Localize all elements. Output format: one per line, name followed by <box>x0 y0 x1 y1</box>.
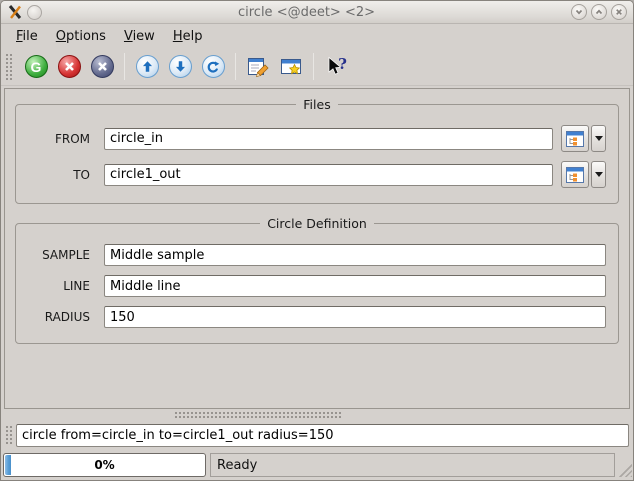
whats-this-button[interactable]: ? <box>321 52 351 82</box>
redo-icon <box>202 55 225 78</box>
progress-bar: 0% <box>3 453 206 477</box>
command-line-row <box>1 420 633 451</box>
redo-button[interactable] <box>198 52 228 82</box>
go-icon: G <box>25 55 48 78</box>
move-down-button[interactable] <box>165 52 195 82</box>
file-browser-icon <box>565 165 585 185</box>
sample-row: SAMPLE <box>28 244 606 266</box>
new-window-button[interactable] <box>276 52 306 82</box>
files-legend: Files <box>296 97 337 112</box>
statusbar: 0% Ready <box>1 451 633 480</box>
progress-label: 0% <box>94 458 114 472</box>
whats-this-icon: ? <box>324 55 348 79</box>
arrow-down-icon <box>169 55 192 78</box>
window-menu-button[interactable] <box>27 5 42 20</box>
sample-label: SAMPLE <box>28 248 90 262</box>
edit-command-icon <box>246 55 270 79</box>
from-row: FROM <box>28 125 606 152</box>
line-row: LINE <box>28 275 606 297</box>
line-label: LINE <box>28 279 90 293</box>
menu-view[interactable]: View <box>115 27 164 46</box>
radius-row: RADIUS <box>28 306 606 328</box>
window-title: circle <@deet> <2> <box>46 5 567 20</box>
new-window-icon <box>279 55 303 79</box>
circle-definition-legend: Circle Definition <box>260 216 374 231</box>
toolbar-separator <box>313 53 314 80</box>
to-browse-button[interactable] <box>561 161 589 188</box>
file-browser-icon <box>565 129 585 149</box>
toolbar-separator <box>124 53 125 80</box>
maximize-button[interactable] <box>591 4 607 20</box>
toolbar-separator <box>235 53 236 80</box>
parameter-panel: Files FROM <box>4 88 630 409</box>
menubar: File Options View Help <box>1 24 633 48</box>
chevron-up-icon <box>594 7 604 17</box>
app-window: circle <@deet> <2> File Options View Hel… <box>0 0 634 481</box>
radius-label: RADIUS <box>28 310 90 324</box>
toolbar: G <box>1 48 633 86</box>
minimize-button[interactable] <box>571 4 587 20</box>
run-button[interactable]: G <box>21 52 51 82</box>
from-dropdown-button[interactable] <box>591 125 606 152</box>
close-button[interactable] <box>611 4 627 20</box>
stop-icon <box>58 55 81 78</box>
to-browse-group <box>561 161 606 188</box>
menu-file[interactable]: File <box>7 27 47 46</box>
move-up-button[interactable] <box>132 52 162 82</box>
to-dropdown-button[interactable] <box>591 161 606 188</box>
from-browse-group <box>561 125 606 152</box>
x-logo-icon <box>7 4 23 20</box>
to-input[interactable] <box>104 164 553 186</box>
progress-fill <box>5 455 11 475</box>
titlebar[interactable]: circle <@deet> <2> <box>1 1 633 24</box>
from-label: FROM <box>28 132 90 146</box>
from-input[interactable] <box>104 128 553 150</box>
to-label: TO <box>28 168 90 182</box>
sample-input[interactable] <box>104 244 606 266</box>
arrow-up-icon <box>136 55 159 78</box>
chevron-down-icon <box>574 7 584 17</box>
splitter-handle[interactable] <box>174 411 342 418</box>
svg-text:?: ? <box>338 55 347 73</box>
menu-options[interactable]: Options <box>47 27 115 46</box>
menu-help[interactable]: Help <box>164 27 212 46</box>
dropdown-arrow-icon <box>595 136 603 141</box>
to-row: TO <box>28 161 606 188</box>
status-message: Ready <box>210 453 615 477</box>
stop-button[interactable] <box>54 52 84 82</box>
close-circle-icon <box>91 55 114 78</box>
files-groupbox: Files FROM <box>15 97 619 204</box>
resize-grip-icon[interactable] <box>617 462 632 477</box>
from-browse-button[interactable] <box>561 125 589 152</box>
toolbar-drag-handle[interactable] <box>5 53 13 80</box>
command-line-input[interactable] <box>16 424 629 447</box>
line-input[interactable] <box>104 275 606 297</box>
splitter <box>1 409 633 420</box>
radius-input[interactable] <box>104 306 606 328</box>
dropdown-arrow-icon <box>595 172 603 177</box>
circle-definition-groupbox: Circle Definition SAMPLE LINE RADIUS <box>15 216 619 344</box>
close-window-button[interactable] <box>87 52 117 82</box>
command-line-drag-handle[interactable] <box>5 425 12 446</box>
close-icon <box>614 7 624 17</box>
edit-command-button[interactable] <box>243 52 273 82</box>
